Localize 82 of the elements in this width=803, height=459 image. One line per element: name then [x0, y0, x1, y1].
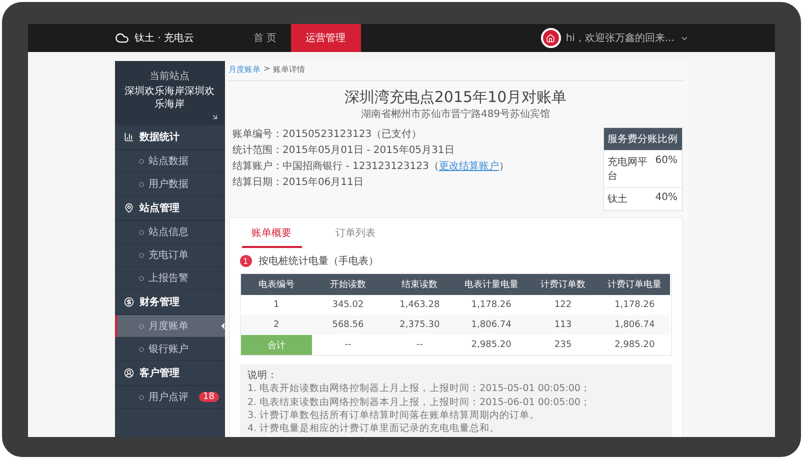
- bullet-icon: [138, 346, 144, 352]
- menu-item-label: 站点数据: [148, 154, 188, 168]
- breadcrumb-separator: >: [264, 64, 270, 75]
- menu-group-label: 数据统计: [140, 130, 180, 144]
- info-line: 结算日期：2015年06月11日: [232, 176, 364, 189]
- menu-group[interactable]: 站点管理: [114, 196, 224, 221]
- share-header: 服务费分账比例: [604, 128, 682, 150]
- nav-tab[interactable]: 运营管理: [290, 24, 361, 52]
- menu-item-label: 银行账户: [148, 342, 188, 356]
- menu-group-label: 财务管理: [140, 296, 180, 309]
- menu-item[interactable]: 上报告警: [114, 267, 224, 290]
- column-header: 电表编号: [240, 274, 312, 295]
- bullet-icon: [138, 276, 144, 280]
- share-name: 钛土: [608, 192, 628, 206]
- user-icon: [124, 368, 134, 378]
- column-header: 结束读数: [384, 274, 456, 295]
- user-greeting[interactable]: hi，欢迎张万鑫的回来...: [566, 31, 674, 45]
- menu-group[interactable]: 数据统计: [114, 125, 224, 150]
- bullet-icon: [138, 324, 144, 328]
- table-cell: 2,375.30: [384, 315, 456, 335]
- info-line: 结算账户：中国招商银行 - 123123123123（更改结算账户）: [232, 160, 509, 173]
- bar-chart-icon: [124, 132, 134, 142]
- nav-tab[interactable]: 首 页: [240, 24, 291, 52]
- menu-item[interactable]: 用户数据: [114, 173, 224, 196]
- note-line: 2. 电表结束读数由网络控制器本月上报，上报时间：2015-06-01 00:05:00；: [248, 396, 592, 410]
- coin-icon: [124, 297, 134, 307]
- menu-item[interactable]: 用户点评 18: [114, 386, 224, 409]
- share-ratio: 40%: [655, 192, 678, 205]
- column-header: 电表计量电量: [455, 274, 528, 295]
- logo-text: 钛土 · 充电云: [134, 32, 194, 45]
- menu-item[interactable]: 站点信息: [114, 221, 224, 244]
- count-badge: 18: [199, 392, 218, 402]
- bullet-icon: [138, 394, 144, 400]
- menu-item-label: 用户数据: [148, 178, 188, 191]
- avatar[interactable]: [540, 28, 561, 48]
- table-cell: 1,806.74: [455, 315, 528, 335]
- bullet-icon: [138, 230, 144, 234]
- menu-item[interactable]: 月度账单: [114, 315, 224, 338]
- menu-group-label: 站点管理: [140, 202, 180, 215]
- note-line: 4. 计费电量是相应的计费订单里面记录的充电电量总和。: [248, 423, 501, 436]
- menu-item[interactable]: 银行账户: [114, 338, 224, 361]
- address: 湖南省郴州市苏仙市晋宁路489号苏仙宾馆: [360, 108, 552, 121]
- info-line: 统计范围：2015年05月01日 - 2015年05月31日: [232, 144, 456, 157]
- table-cell: 113: [527, 315, 599, 335]
- site-label: 当前站点: [150, 70, 190, 83]
- menu-item[interactable]: 充电订单: [114, 244, 224, 267]
- share-ratio: 60%: [655, 155, 678, 168]
- bullet-icon: [138, 182, 144, 186]
- breadcrumb-current: 账单详情: [273, 64, 306, 75]
- map-pin-icon: [124, 203, 134, 213]
- menu-item-label: 月度账单: [148, 320, 188, 333]
- share-name: 充电网平台: [608, 156, 648, 183]
- menu-item-label: 站点信息: [148, 226, 188, 239]
- statement-title: 深圳湾充电点2015年10月对账单: [343, 88, 568, 107]
- site-name: 深圳欢乐海岸深圳欢乐海岸: [124, 85, 216, 111]
- step-number: 1: [240, 255, 252, 267]
- menu-item-label: 用户点评: [148, 390, 188, 404]
- logo[interactable]: 钛土 · 充电云: [114, 24, 240, 52]
- menu-item-label: 充电订单: [148, 248, 188, 262]
- notes-title: 说明：: [248, 370, 278, 382]
- menu-group[interactable]: 客户管理: [114, 361, 224, 386]
- note-line: 1. 电表开始读数由网络控制器上月上报，上报时间：2015-05-01 00:05:00；: [248, 383, 592, 396]
- table-cell: 2: [240, 315, 312, 335]
- table-cell: 568.56: [312, 315, 384, 335]
- info-line: 账单编号：20150523123123（已支付）: [232, 128, 423, 141]
- note-line: 3. 计费订单数包括所有订单结算时间落在账单结算周期内的订单。: [248, 410, 541, 422]
- column-header: 开始读数: [312, 274, 384, 295]
- column-header: 计费订单电量: [598, 274, 670, 295]
- menu-group-label: 客户管理: [140, 366, 180, 380]
- house-icon: [546, 34, 556, 42]
- tab[interactable]: 账单概要: [242, 218, 302, 248]
- bullet-icon: [138, 252, 144, 258]
- menu-item[interactable]: 站点数据: [114, 150, 224, 173]
- bullet-icon: [138, 158, 144, 164]
- section-title: 按电桩统计电量（手电表）: [258, 254, 378, 268]
- tab[interactable]: 订单列表: [326, 218, 386, 248]
- arrow-icon[interactable]: [210, 113, 218, 121]
- total-label: 合计: [240, 335, 312, 355]
- table-cell: 1,806.74: [598, 315, 670, 335]
- column-header: 计费订单数: [527, 274, 599, 295]
- cloud-icon: [114, 31, 128, 45]
- menu-item-label: 上报告警: [148, 272, 188, 285]
